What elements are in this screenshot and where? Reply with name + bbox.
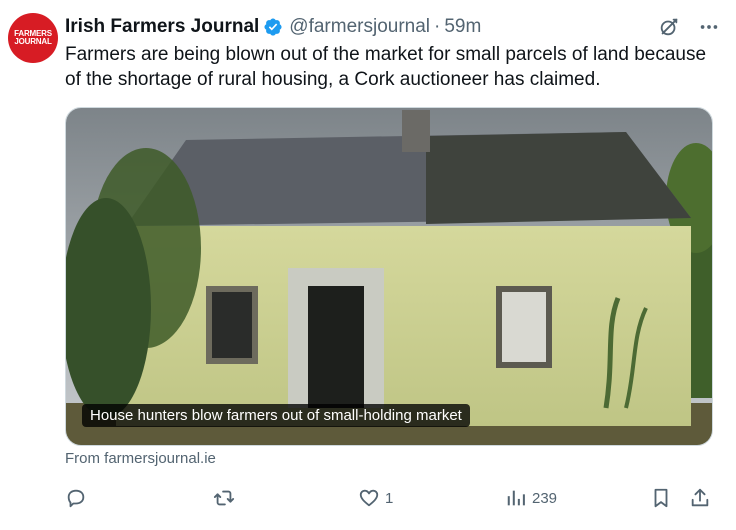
tweet-text: Farmers are being blown out of the marke… <box>65 44 707 90</box>
timestamp[interactable]: 59m <box>444 16 481 38</box>
repost-button[interactable] <box>213 486 235 510</box>
chimney <box>402 110 430 152</box>
more-icon[interactable] <box>698 16 720 38</box>
views-button[interactable]: 239 <box>505 486 557 510</box>
verified-badge-icon <box>264 18 282 36</box>
link-source[interactable]: From farmersjournal.ie <box>65 450 216 467</box>
heart-icon <box>359 489 379 507</box>
views-icon <box>507 490 525 506</box>
media-card-image[interactable] <box>65 107 713 446</box>
tweet[interactable]: FARMERS JOURNAL Irish Farmers Journal @f… <box>0 0 736 530</box>
reply-icon <box>67 489 85 508</box>
avatar-text-line2: JOURNAL <box>14 37 52 46</box>
like-count: 1 <box>385 489 394 507</box>
author-handle[interactable]: @farmersjournal <box>289 16 430 38</box>
house-wall <box>116 226 691 426</box>
author-name[interactable]: Irish Farmers Journal <box>65 16 259 38</box>
share-button[interactable] <box>689 486 711 510</box>
reply-button[interactable] <box>65 486 87 510</box>
separator-dot: · <box>434 16 441 37</box>
tweet-header: Irish Farmers Journal @farmersjournal · … <box>65 14 720 40</box>
bookmark-button[interactable] <box>650 486 672 510</box>
like-button[interactable]: 1 <box>358 486 393 510</box>
share-icon <box>691 488 709 507</box>
doorway <box>308 286 364 408</box>
grok-icon[interactable] <box>658 16 680 38</box>
action-bar: 1 239 <box>65 486 715 510</box>
repost-icon <box>213 490 235 506</box>
bookmark-icon <box>654 488 668 508</box>
media-caption: House hunters blow farmers out of small-… <box>82 404 470 427</box>
avatar[interactable]: FARMERS JOURNAL <box>8 13 58 63</box>
views-count: 239 <box>532 489 558 507</box>
